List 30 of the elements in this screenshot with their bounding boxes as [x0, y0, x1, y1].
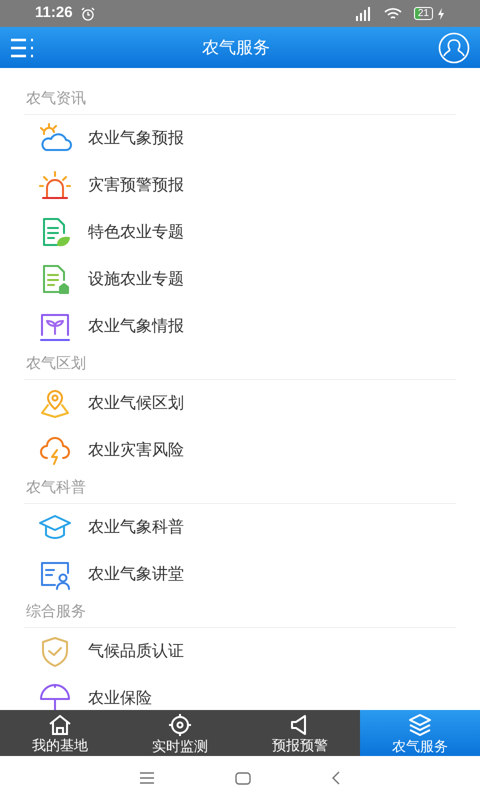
- battery-indicator: 21: [414, 7, 433, 20]
- status-time: 11:26: [35, 3, 73, 24]
- section-header: 农气科普: [26, 478, 86, 498]
- umbrella-icon: [38, 682, 72, 710]
- header-title: 农气服务: [201, 36, 271, 59]
- wifi-icon: [384, 6, 402, 20]
- layers-icon: [408, 712, 432, 736]
- menu-item[interactable]: 特色农业专题: [0, 209, 480, 256]
- home-button-icon[interactable]: [235, 772, 251, 784]
- alarm-clock-icon: [80, 6, 95, 20]
- nav-tab[interactable]: 农气服务: [360, 710, 480, 756]
- charging-icon: [437, 8, 445, 20]
- menu-item[interactable]: 农业灾害风险: [0, 427, 480, 474]
- target-icon: [168, 712, 192, 736]
- menu-icon[interactable]: [139, 772, 155, 784]
- section-header: 农气区划: [26, 354, 86, 374]
- section-header: 农气资讯: [26, 89, 86, 110]
- menu-item[interactable]: 农业气象科普: [0, 504, 480, 551]
- home-icon: [48, 714, 72, 736]
- menu-item[interactable]: 灾害预警预报: [0, 162, 480, 209]
- section-header: 综合服务: [26, 602, 86, 622]
- menu-item[interactable]: 农业气象讲堂: [0, 551, 480, 598]
- menu-item[interactable]: 农业保险: [0, 675, 480, 710]
- menu-item[interactable]: 农业气候区划: [0, 380, 480, 427]
- menu-item[interactable]: 农业气象预报: [0, 115, 480, 162]
- back-icon[interactable]: [331, 771, 341, 785]
- menu-item[interactable]: 农业气象情报: [0, 303, 480, 350]
- menu-item[interactable]: 设施农业专题: [0, 256, 480, 303]
- user-avatar-icon[interactable]: [438, 32, 470, 64]
- menu-item[interactable]: 气候品质认证: [0, 628, 480, 675]
